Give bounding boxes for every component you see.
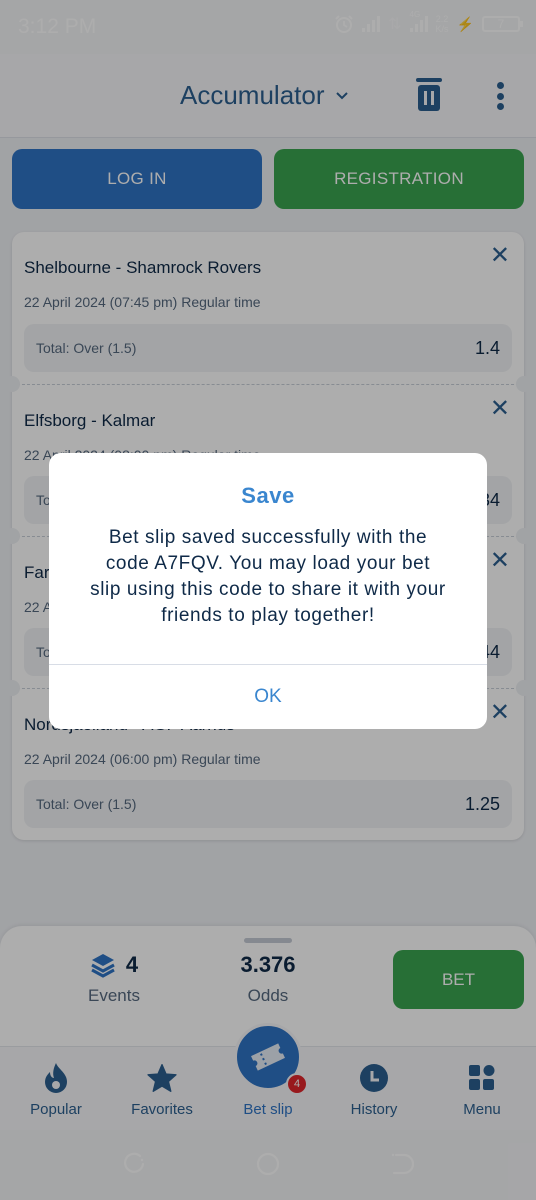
ok-button[interactable]: OK bbox=[49, 665, 487, 729]
dialog-title: Save bbox=[241, 483, 295, 508]
save-dialog: Save Bet slip saved successfully with th… bbox=[49, 453, 487, 729]
dialog-message: Bet slip saved successfully with the cod… bbox=[90, 527, 446, 626]
